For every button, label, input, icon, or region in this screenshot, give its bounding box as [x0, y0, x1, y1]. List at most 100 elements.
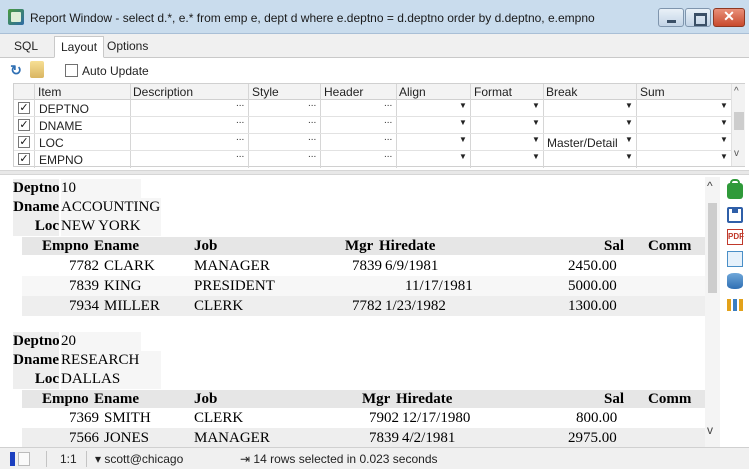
item-cell[interactable]: EMPNO [39, 153, 83, 167]
align-dropdown-icon[interactable]: ▼ [459, 135, 467, 144]
close-button[interactable]: ✕ [713, 8, 745, 27]
format-dropdown-icon[interactable]: ▼ [532, 152, 540, 161]
layout-row[interactable]: ✓ DEPTNO ... ... ... ▼ ▼ ▼ ▼ [14, 98, 732, 117]
database-icon[interactable] [30, 61, 44, 78]
column-header-break[interactable]: Break [546, 85, 577, 99]
cell-ename: CLARK [104, 258, 155, 274]
save-icon[interactable] [727, 207, 743, 223]
cell-mgr: 7839 [369, 430, 399, 446]
break-dropdown-icon[interactable]: ▼ [625, 152, 633, 161]
description-ellipsis-button[interactable]: ... [236, 132, 244, 143]
dname-label: Dname [13, 198, 59, 217]
item-cell[interactable]: DEPTNO [39, 102, 89, 116]
header-ellipsis-button[interactable]: ... [384, 132, 392, 143]
sum-dropdown-icon[interactable]: ▼ [720, 101, 728, 110]
row-checkbox[interactable]: ✓ [18, 153, 30, 165]
column-header-sum[interactable]: Sum [640, 85, 665, 99]
align-dropdown-icon[interactable]: ▼ [459, 118, 467, 127]
dname-value: RESEARCH [61, 351, 161, 370]
pane-splitter[interactable] [0, 170, 749, 175]
maximize-button[interactable] [685, 8, 711, 27]
layout-row[interactable]: ✓ LOC ... ... ... ▼ ▼ Master/Detail ▼ ▼ [14, 132, 732, 151]
loc-label: Loc [13, 370, 59, 389]
format-dropdown-icon[interactable]: ▼ [532, 135, 540, 144]
column-header-format[interactable]: Format [474, 85, 512, 99]
column-header-description[interactable]: Description [133, 85, 193, 99]
column-header-item[interactable]: Item [38, 85, 61, 99]
align-dropdown-icon[interactable]: ▼ [459, 101, 467, 110]
layout-grid-scrollbar[interactable]: ^ v [731, 84, 745, 166]
header-ellipsis-button[interactable]: ... [384, 115, 392, 126]
cell-ename: SMITH [104, 410, 151, 426]
detail-header: Empno Ename Job Mgr Hiredate Sal Comm [22, 237, 705, 255]
tab-options[interactable]: Options [101, 36, 154, 58]
cell-hiredate: 11/17/1981 [405, 278, 473, 294]
loc-value: DALLAS [61, 370, 161, 389]
auto-update-checkbox[interactable] [65, 64, 78, 77]
item-cell[interactable]: DNAME [39, 119, 82, 133]
row-checkbox[interactable]: ✓ [18, 119, 30, 131]
report-scrollbar[interactable]: ^ v [705, 177, 720, 447]
format-dropdown-icon[interactable]: ▼ [532, 101, 540, 110]
table-row: 7369 SMITH CLERK 7902 12/17/1980 800.00 [22, 408, 705, 428]
deptno-label: Deptno [13, 179, 60, 198]
style-ellipsis-button[interactable]: ... [308, 115, 316, 126]
window-title: Report Window - select d.*, e.* from emp… [30, 11, 595, 25]
cell-job: MANAGER [194, 258, 270, 274]
column-header-header[interactable]: Header [324, 85, 363, 99]
scroll-down-icon[interactable]: v [734, 148, 739, 159]
row-checkbox[interactable]: ✓ [18, 102, 30, 114]
chart-icon[interactable] [727, 299, 743, 311]
header-job: Job [194, 238, 218, 254]
cell-ename: KING [104, 278, 142, 294]
table-row: 7566 JONES MANAGER 7839 4/2/1981 2975.00 [22, 428, 705, 447]
header-ellipsis-button[interactable]: ... [384, 149, 392, 160]
layout-grid: Item Description Style Header Align Form… [13, 83, 745, 168]
tab-bar: SQL Layout Options [0, 34, 749, 58]
sum-dropdown-icon[interactable]: ▼ [720, 152, 728, 161]
unlock-icon[interactable] [727, 179, 743, 199]
header-sal: Sal [604, 238, 625, 254]
tab-sql[interactable]: SQL [8, 36, 44, 58]
export-database-icon[interactable] [727, 273, 743, 289]
style-ellipsis-button[interactable]: ... [308, 98, 316, 109]
break-cell[interactable]: Master/Detail [547, 136, 618, 150]
format-dropdown-icon[interactable]: ▼ [532, 118, 540, 127]
scroll-down-icon[interactable]: v [707, 423, 713, 437]
sum-dropdown-icon[interactable]: ▼ [720, 135, 728, 144]
minimize-button[interactable] [658, 8, 684, 27]
style-ellipsis-button[interactable]: ... [308, 132, 316, 143]
row-checkbox[interactable]: ✓ [18, 136, 30, 148]
refresh-icon[interactable]: ↻ [8, 62, 24, 78]
break-dropdown-icon[interactable]: ▼ [625, 118, 633, 127]
scrollbar-thumb[interactable] [734, 112, 744, 130]
status-bar: 1:1 ▾ scott@chicago ⇥ 14 rows selected i… [0, 447, 749, 469]
scroll-up-icon[interactable]: ^ [707, 179, 713, 193]
align-dropdown-icon[interactable]: ▼ [459, 152, 467, 161]
break-dropdown-icon[interactable]: ▼ [625, 101, 633, 110]
connection-selector[interactable]: ▾ scott@chicago [95, 452, 183, 466]
sum-dropdown-icon[interactable]: ▼ [720, 118, 728, 127]
header-sal: Sal [604, 391, 625, 407]
scroll-up-icon[interactable]: ^ [734, 86, 739, 97]
cell-mgr: 7902 [369, 410, 399, 426]
item-cell[interactable]: LOC [39, 136, 64, 150]
column-header-style[interactable]: Style [252, 85, 279, 99]
cell-hiredate: 6/9/1981 [385, 258, 439, 274]
description-ellipsis-button[interactable]: ... [236, 115, 244, 126]
layout-row[interactable]: ✓ DNAME ... ... ... ▼ ▼ ▼ ▼ [14, 115, 732, 134]
scrollbar-thumb[interactable] [708, 203, 717, 293]
style-ellipsis-button[interactable]: ... [308, 149, 316, 160]
copy-icon[interactable] [727, 251, 743, 267]
description-ellipsis-button[interactable]: ... [236, 149, 244, 160]
description-ellipsis-button[interactable]: ... [236, 98, 244, 109]
column-header-align[interactable]: Align [399, 85, 426, 99]
break-dropdown-icon[interactable]: ▼ [625, 135, 633, 144]
layout-row[interactable]: ✓ EMPNO ... ... ... ▼ ▼ ▼ ▼ [14, 149, 732, 168]
title-bar: Report Window - select d.*, e.* from emp… [0, 0, 749, 34]
tab-layout[interactable]: Layout [54, 36, 105, 58]
pdf-icon[interactable]: PDF [727, 229, 744, 245]
header-ename: Ename [94, 238, 139, 254]
deptno-value: 10 [61, 179, 141, 198]
header-ellipsis-button[interactable]: ... [384, 98, 392, 109]
